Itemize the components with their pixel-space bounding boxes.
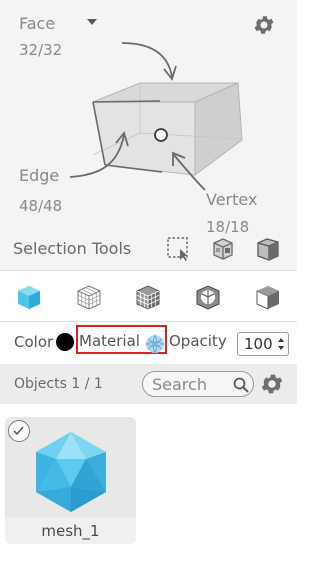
opacity-label: Opacity: [169, 332, 227, 350]
color-label: Color: [14, 333, 54, 351]
select-connected-icon[interactable]: [210, 236, 236, 262]
display-mode-toolbar: [0, 270, 297, 322]
opacity-stepper-icon[interactable]: [277, 336, 285, 352]
objects-settings-gear-icon[interactable]: [259, 371, 285, 397]
face-dropdown-icon[interactable]: [87, 19, 97, 25]
selection-tools-label: Selection Tools: [13, 239, 132, 258]
wireframe-mode-icon[interactable]: [75, 283, 103, 311]
cube-diagram: [69, 42, 243, 191]
edge-count: 48/48: [19, 197, 63, 215]
edge-label: Edge: [19, 166, 60, 185]
mesh-name: mesh_1: [41, 522, 100, 540]
solid-wireframe-mode-icon[interactable]: [134, 283, 162, 311]
solid-mode-icon[interactable]: [15, 283, 43, 311]
objects-count-label: Objects 1 / 1: [14, 376, 103, 392]
checkmark-icon: [13, 426, 24, 436]
face-label: Face: [19, 14, 56, 33]
material-properties-row: Color Material Opacity 100: [0, 322, 297, 364]
search-input[interactable]: Search: [142, 371, 254, 397]
select-through-icon[interactable]: [255, 236, 281, 262]
opacity-value: 100: [244, 335, 273, 353]
selection-panel: Face 32/32 Edge 48/48 Vertex 18/18 Selec…: [0, 0, 297, 270]
vertex-count: 18/18: [206, 218, 250, 236]
objects-toolbar: Objects 1 / 1 Search: [0, 364, 297, 404]
vertex-label: Vertex: [206, 190, 258, 209]
flat-shade-mode-icon[interactable]: [254, 283, 282, 311]
material-sphere-icon[interactable]: [145, 334, 165, 354]
opacity-input[interactable]: 100: [237, 332, 289, 356]
xray-mode-icon[interactable]: [194, 283, 222, 311]
search-placeholder: Search: [152, 375, 207, 394]
mesh-card[interactable]: mesh_1: [5, 417, 136, 544]
material-label[interactable]: Material: [79, 332, 140, 350]
face-count: 32/32: [19, 41, 63, 59]
color-swatch[interactable]: [56, 333, 74, 351]
box-select-icon[interactable]: [166, 236, 192, 262]
search-icon[interactable]: [233, 377, 249, 393]
icosahedron-icon: [36, 432, 106, 512]
settings-gear-icon[interactable]: [252, 13, 276, 37]
mesh-selected-checkbox[interactable]: [8, 420, 30, 442]
